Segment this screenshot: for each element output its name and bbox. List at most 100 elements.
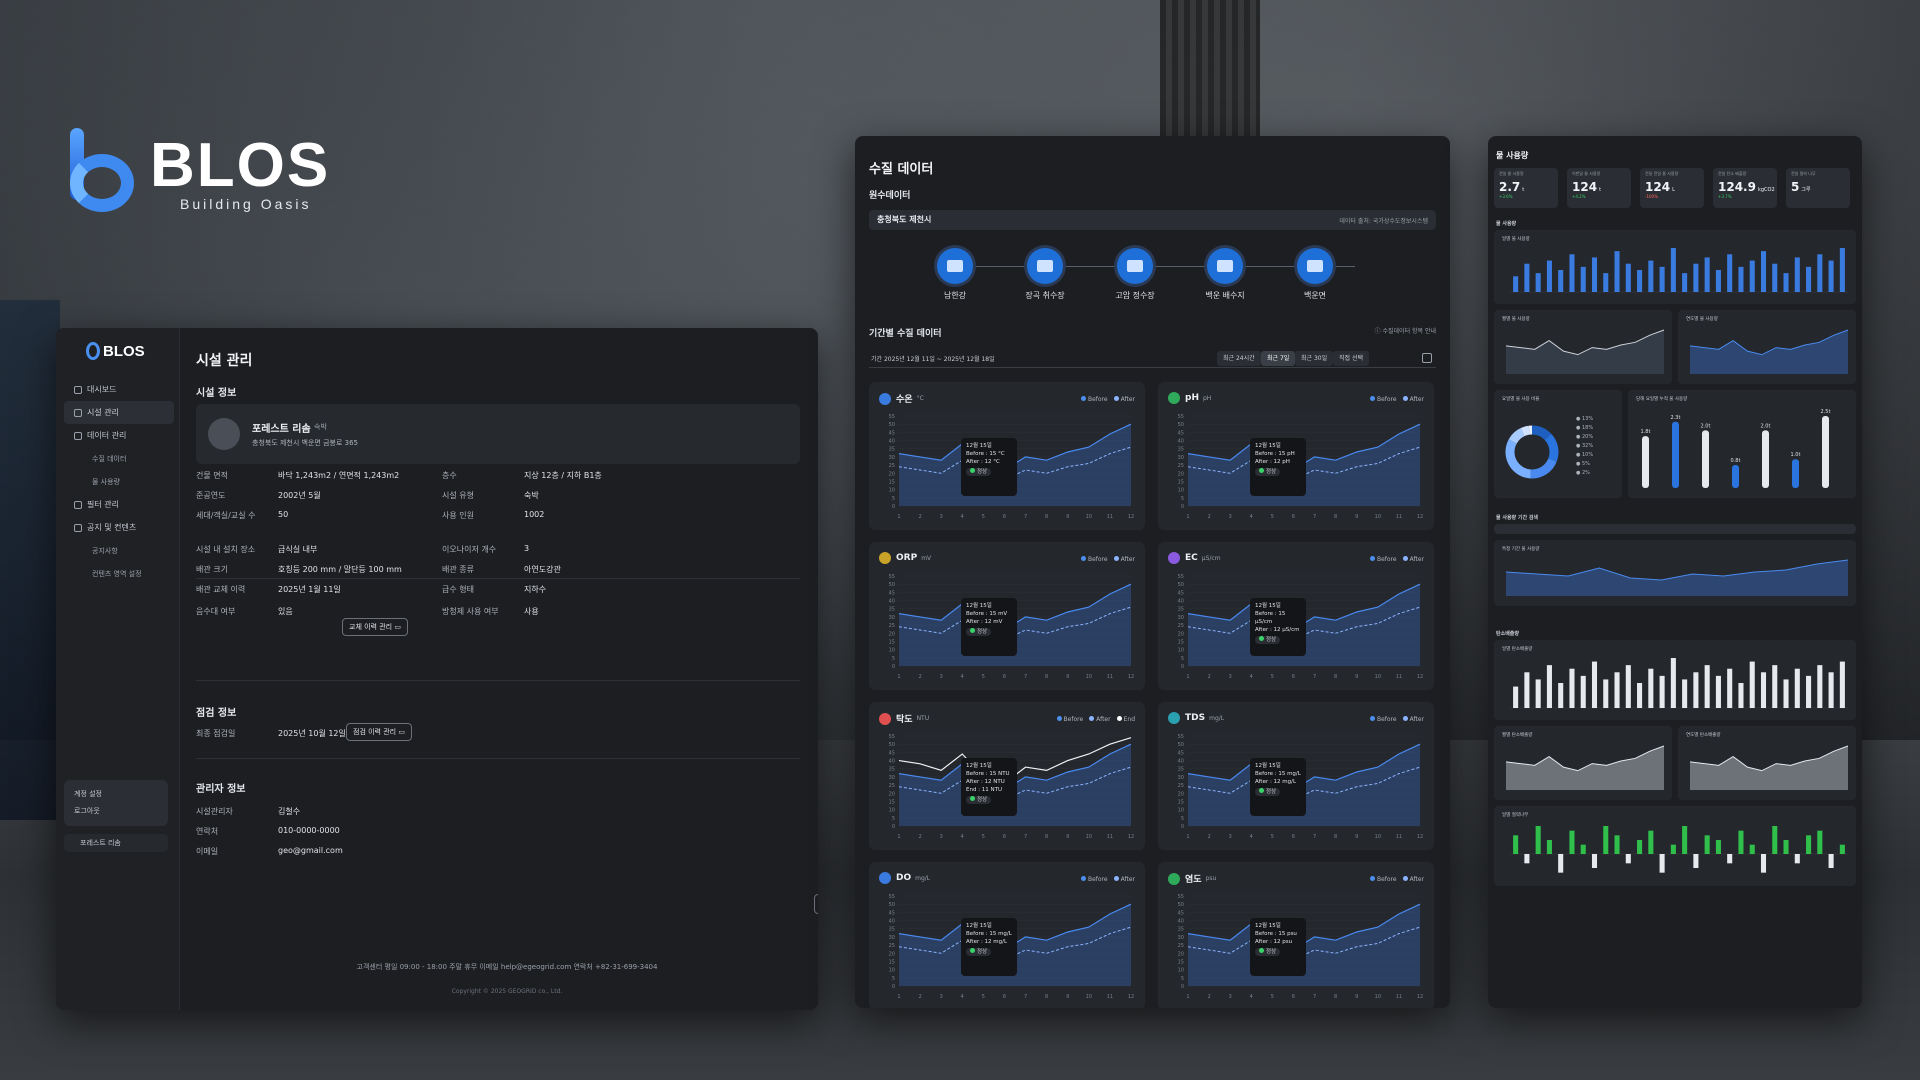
legend-before-label: Before bbox=[1376, 556, 1397, 563]
sidebar-item[interactable]: 공지사항 bbox=[64, 539, 174, 562]
sidebar-logo[interactable]: BLOS bbox=[86, 342, 145, 360]
usage-period-bar[interactable] bbox=[1494, 524, 1856, 534]
tree-daily-chart: 일별 절약나무 bbox=[1494, 806, 1856, 886]
area bbox=[1506, 746, 1664, 790]
bar bbox=[1727, 254, 1733, 292]
edit-button[interactable]: 수정 bbox=[814, 894, 818, 914]
logout-link[interactable]: 로그아웃 bbox=[74, 803, 158, 820]
tooltip-after: After : 12 mg/L bbox=[1255, 779, 1297, 785]
status-badge: 정상 bbox=[1255, 636, 1281, 644]
chart-header: DO mg/L bbox=[879, 872, 930, 884]
brand-logo: BLOS Building Oasis bbox=[66, 128, 330, 212]
data-source-note: 데이터 출처: 국가상수도정보시스템 bbox=[1339, 218, 1428, 225]
x-tick-label: 7 bbox=[1313, 514, 1316, 520]
help-link[interactable]: ⓘ 수질데이터 항목 안내 bbox=[1375, 326, 1436, 335]
sidebar-item[interactable]: 수질 데이터 bbox=[64, 447, 174, 470]
station-node[interactable]: 고암 정수장 bbox=[1095, 248, 1175, 301]
bar bbox=[1569, 668, 1575, 708]
bar bbox=[1591, 661, 1598, 708]
x-tick-label: 12 bbox=[1128, 834, 1134, 840]
y-tick-label: 0 bbox=[892, 824, 895, 830]
x-tick-label: 1 bbox=[897, 994, 900, 1000]
info-label: 연락처 bbox=[196, 827, 219, 836]
bar bbox=[1794, 257, 1800, 292]
donut-legend-label: ● 13% bbox=[1576, 416, 1593, 422]
x-tick-label: 12 bbox=[1417, 994, 1423, 1000]
period-tab[interactable]: 최근 30일 bbox=[1295, 351, 1334, 366]
x-tick-label: 1 bbox=[1186, 514, 1189, 520]
sidebar-item[interactable]: 대시보드 bbox=[64, 378, 174, 401]
tooltip-before: Before : 15 psu bbox=[1255, 931, 1297, 937]
x-tick-label: 10 bbox=[1375, 834, 1381, 840]
sidebar-item[interactable]: 물 사용량 bbox=[64, 470, 174, 493]
chart-legend: Before After bbox=[1080, 556, 1135, 563]
pipe-history-button[interactable]: 교체 이력 관리 ▭ bbox=[342, 618, 408, 636]
station-node[interactable]: 백운 배수지 bbox=[1185, 248, 1265, 301]
y-tick-label: 55 bbox=[889, 894, 895, 900]
x-tick-label: 12 bbox=[1417, 674, 1423, 680]
stat-delta: +3.6% bbox=[1499, 194, 1513, 199]
inspect-history-button[interactable]: 점검 이력 관리 ▭ bbox=[346, 723, 412, 741]
station-glyph bbox=[1037, 260, 1053, 272]
y-tick-label: 50 bbox=[1178, 422, 1184, 428]
tree-daily-bars bbox=[1510, 826, 1848, 873]
parameter-name: pH bbox=[1185, 393, 1199, 403]
bar bbox=[1772, 263, 1778, 292]
chart-card-3: EC μS/cm Before After 55 50 45 40 35 30 25 20 15 10 5 0… bbox=[1158, 542, 1434, 690]
x-tick-label: 11 bbox=[1396, 994, 1402, 1000]
x-tick-label: 9 bbox=[1355, 994, 1358, 1000]
building-icon bbox=[208, 418, 240, 450]
calendar-icon[interactable] bbox=[1422, 353, 1432, 363]
weekday-bar-label: 1.0t bbox=[1791, 452, 1801, 458]
bar bbox=[1693, 263, 1699, 292]
y-tick-label: 15 bbox=[1178, 799, 1184, 805]
sidebar-item[interactable]: 데이터 관리 bbox=[64, 424, 174, 447]
bar bbox=[1828, 260, 1834, 292]
x-tick-label: 7 bbox=[1024, 994, 1027, 1000]
bar bbox=[1715, 840, 1721, 854]
sidebar-item[interactable]: 공지 및 컨텐츠 bbox=[64, 516, 174, 539]
chart-legend: Before After bbox=[1369, 556, 1424, 563]
period-tab[interactable]: 직접 선택 bbox=[1333, 351, 1369, 366]
chart-legend: Before After bbox=[1369, 716, 1424, 723]
stat-unit: t bbox=[1599, 187, 1602, 193]
sidebar-item[interactable]: 시설 관리 bbox=[64, 401, 174, 424]
period-tab[interactable]: 최근 7일 bbox=[1261, 351, 1296, 366]
x-tick-label: 3 bbox=[1229, 514, 1232, 520]
period-tab[interactable]: 최근 24시간 bbox=[1217, 351, 1261, 366]
current-site-selector[interactable]: 포레스트 리솜 bbox=[64, 834, 168, 852]
weekday-bar-label: 2.0t bbox=[1761, 423, 1771, 429]
tooltip-date: 12월 15일 bbox=[966, 763, 992, 769]
parameter-unit: μS/cm bbox=[1201, 554, 1221, 562]
x-tick-label: 4 bbox=[1250, 834, 1253, 840]
station-flow: 남한강 장곡 취수장 고암 정수장 백운 배수지 백운면 bbox=[935, 248, 1375, 308]
x-tick-label: 8 bbox=[1045, 994, 1048, 1000]
y-tick-label: 10 bbox=[889, 968, 895, 974]
station-node[interactable]: 장곡 취수장 bbox=[1005, 248, 1085, 301]
station-node[interactable]: 남한강 bbox=[915, 248, 995, 301]
y-tick-label: 20 bbox=[1178, 791, 1184, 797]
account-settings-link[interactable]: 계정 설정 bbox=[74, 786, 158, 803]
bar bbox=[1828, 854, 1834, 868]
station-glyph bbox=[1127, 260, 1143, 272]
sidebar-item[interactable]: 컨텐츠 영역 설정 bbox=[64, 562, 174, 585]
y-tick-label: 45 bbox=[1178, 750, 1184, 756]
station-node[interactable]: 백운면 bbox=[1275, 248, 1355, 301]
bar bbox=[1637, 270, 1643, 292]
stat-card: 전일 물 사용량 2.7 t +3.6% bbox=[1494, 168, 1558, 208]
facility-management-window: BLOS 대시보드 시설 관리 데이터 관리 수질 데이터 물 사용량 필터 관리 공지 및… bbox=[56, 328, 818, 1010]
stat-card: 전일 탄소 배출량 124.9 kgCO2 +3.7% bbox=[1713, 168, 1777, 208]
divider bbox=[196, 758, 800, 759]
legend-before: Before bbox=[1080, 876, 1108, 883]
sidebar-item[interactable]: 필터 관리 bbox=[64, 493, 174, 516]
legend-after: After bbox=[1089, 716, 1111, 723]
y-tick-label: 20 bbox=[889, 631, 895, 637]
bar bbox=[1783, 840, 1789, 854]
info-value: 숙박 bbox=[524, 491, 539, 500]
info-label: 배관 교체 이력 bbox=[196, 585, 246, 594]
stat-unit: t bbox=[1522, 187, 1525, 193]
x-tick-label: 10 bbox=[1086, 834, 1092, 840]
x-tick-label: 3 bbox=[1229, 994, 1232, 1000]
info-value: 010-0000-0000 bbox=[278, 826, 340, 835]
x-tick-label: 12 bbox=[1417, 514, 1423, 520]
